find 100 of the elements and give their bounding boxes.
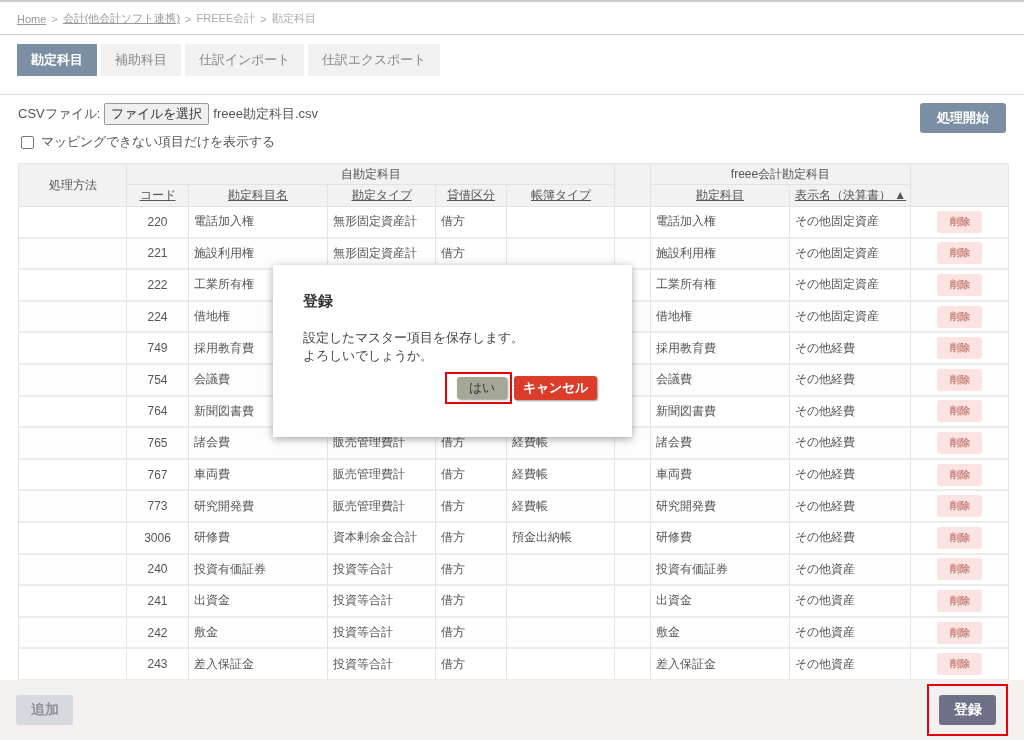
table-cell — [615, 649, 651, 680]
register-button[interactable]: 登録 — [939, 695, 996, 725]
table-cell: 投資等合計 — [328, 617, 436, 650]
table-cell: 資本剰余金合計 — [328, 522, 436, 555]
table-cell — [615, 617, 651, 650]
table-cell: 借方 — [436, 207, 507, 239]
table-cell: 242 — [127, 617, 189, 650]
table-cell: その他固定資産 — [790, 301, 911, 334]
table-cell — [615, 491, 651, 523]
table-cell: その他経費 — [790, 522, 911, 555]
table-cell: 差入保証金 — [651, 649, 790, 680]
sort-header-link[interactable]: 勘定科目名 — [228, 187, 288, 204]
table-cell: その他経費 — [790, 491, 911, 523]
sort-header-link[interactable]: 貸借区分 — [447, 187, 495, 204]
csv-label: CSVファイル: — [18, 105, 101, 123]
table-cell: 研修費 — [189, 522, 328, 555]
table-cell: その他経費 — [790, 428, 911, 460]
table-cell: 借方 — [436, 491, 507, 523]
table-cell: その他資産 — [790, 554, 911, 587]
table-cell: 施設利用権 — [651, 238, 790, 271]
breadcrumb-separator: > — [51, 12, 58, 25]
table-cell: 研究開発費 — [189, 491, 328, 523]
table-cell: 借方 — [436, 649, 507, 680]
table-cell: その他固定資産 — [790, 207, 911, 239]
checkbox[interactable] — [21, 135, 34, 149]
table-cell: 投資等合計 — [328, 649, 436, 680]
sort-header-link[interactable]: コード — [139, 187, 176, 204]
table-cell: 224 — [127, 301, 189, 334]
table-cell: 敷金 — [189, 617, 328, 650]
sort-header-link[interactable]: 勘定タイプ — [351, 187, 412, 204]
table-cell: 採用教育費 — [651, 333, 790, 365]
table-cell: 借方 — [436, 459, 507, 492]
file-select-button[interactable]: ファイルを選択 — [104, 103, 210, 125]
breadcrumb-link[interactable]: 会計(他会計ソフト連携) — [62, 11, 181, 26]
tab[interactable]: 補助科目 — [101, 44, 181, 76]
checkbox-label: マッピングできない項目だけを表示する — [41, 133, 275, 151]
table-cell: その他経費 — [790, 396, 911, 429]
table-cell: 240 — [127, 554, 189, 587]
table-cell: 新聞図書費 — [651, 396, 790, 429]
yes-button[interactable]: はい — [457, 377, 507, 399]
table-cell: 221 — [127, 238, 189, 271]
table-cell: 車両費 — [651, 459, 790, 492]
sort-header-link[interactable]: 表示名（決算書） ▲ — [794, 187, 907, 204]
table-cell — [615, 459, 651, 492]
sort-header-link[interactable]: 帳簿タイプ — [531, 187, 591, 204]
table-cell: 借方 — [436, 586, 507, 618]
breadcrumb-link[interactable]: Home — [17, 12, 47, 25]
table-cell: 出資金 — [189, 586, 328, 618]
table-cell: 241 — [127, 586, 189, 618]
tab[interactable]: 仕訳インポート — [185, 44, 304, 76]
table-cell: 研究開発費 — [651, 491, 790, 523]
table-cell: 工業所有権 — [651, 270, 790, 302]
table-cell: 敷金 — [651, 617, 790, 650]
table-cell: 3006 — [127, 522, 189, 555]
sort-header-link[interactable]: 勘定科目 — [696, 187, 744, 204]
table-cell: その他固定資産 — [790, 238, 911, 271]
table-cell: 借方 — [436, 617, 507, 650]
table-cell: その他資産 — [790, 586, 911, 618]
table-cell — [615, 554, 651, 587]
table-cell: 243 — [127, 649, 189, 680]
table-cell: 差入保証金 — [189, 649, 328, 680]
table-cell: 借地権 — [651, 301, 790, 334]
table-cell: 投資有価証券 — [189, 554, 328, 587]
table-cell — [615, 586, 651, 618]
table-cell: 経費帳 — [507, 459, 615, 492]
breadcrumb-item: 勘定科目 — [271, 11, 316, 26]
table-cell: その他固定資産 — [790, 270, 911, 302]
tab[interactable]: 勘定科目 — [17, 44, 97, 76]
table-cell: 765 — [127, 428, 189, 460]
column-group-header: freee会計勘定科目 — [651, 164, 910, 185]
table-cell: 電話加入権 — [651, 207, 790, 239]
cancel-button[interactable]: キャンセル — [514, 376, 597, 400]
table-cell: 会議費 — [651, 364, 790, 397]
table-cell: 電話加入権 — [189, 207, 328, 239]
table-cell: 無形固定資産計 — [328, 207, 436, 239]
table-cell: 販売管理費計 — [328, 459, 436, 492]
table-cell: 767 — [127, 459, 189, 492]
file-name: freee勘定科目.csv — [213, 105, 319, 123]
table-cell: 投資等合計 — [328, 554, 436, 587]
table-cell: 車両費 — [189, 459, 328, 492]
table-cell: その他資産 — [790, 617, 911, 650]
table-cell: その他経費 — [790, 333, 911, 365]
tab[interactable]: 仕訳エクスポート — [308, 44, 440, 76]
column-group-header: 自勘定科目 — [127, 164, 614, 185]
table-cell: 借方 — [436, 554, 507, 587]
start-button[interactable]: 処理開始 — [920, 103, 1006, 133]
table-cell: 出資金 — [651, 586, 790, 618]
breadcrumb-separator: > — [185, 12, 192, 25]
table-cell: 借方 — [436, 522, 507, 555]
breadcrumb-item: FREEE会計 — [196, 11, 256, 26]
table-cell: 投資等合計 — [328, 586, 436, 618]
table-cell: 749 — [127, 333, 189, 365]
table-cell: 預金出納帳 — [507, 522, 615, 555]
table-cell: 販売管理費計 — [328, 491, 436, 523]
table-cell: その他経費 — [790, 459, 911, 492]
table-cell: その他経費 — [790, 364, 911, 397]
table-cell: 773 — [127, 491, 189, 523]
table-cell: 投資有価証券 — [651, 554, 790, 587]
table-cell: その他資産 — [790, 649, 911, 680]
table-cell: 764 — [127, 396, 189, 429]
